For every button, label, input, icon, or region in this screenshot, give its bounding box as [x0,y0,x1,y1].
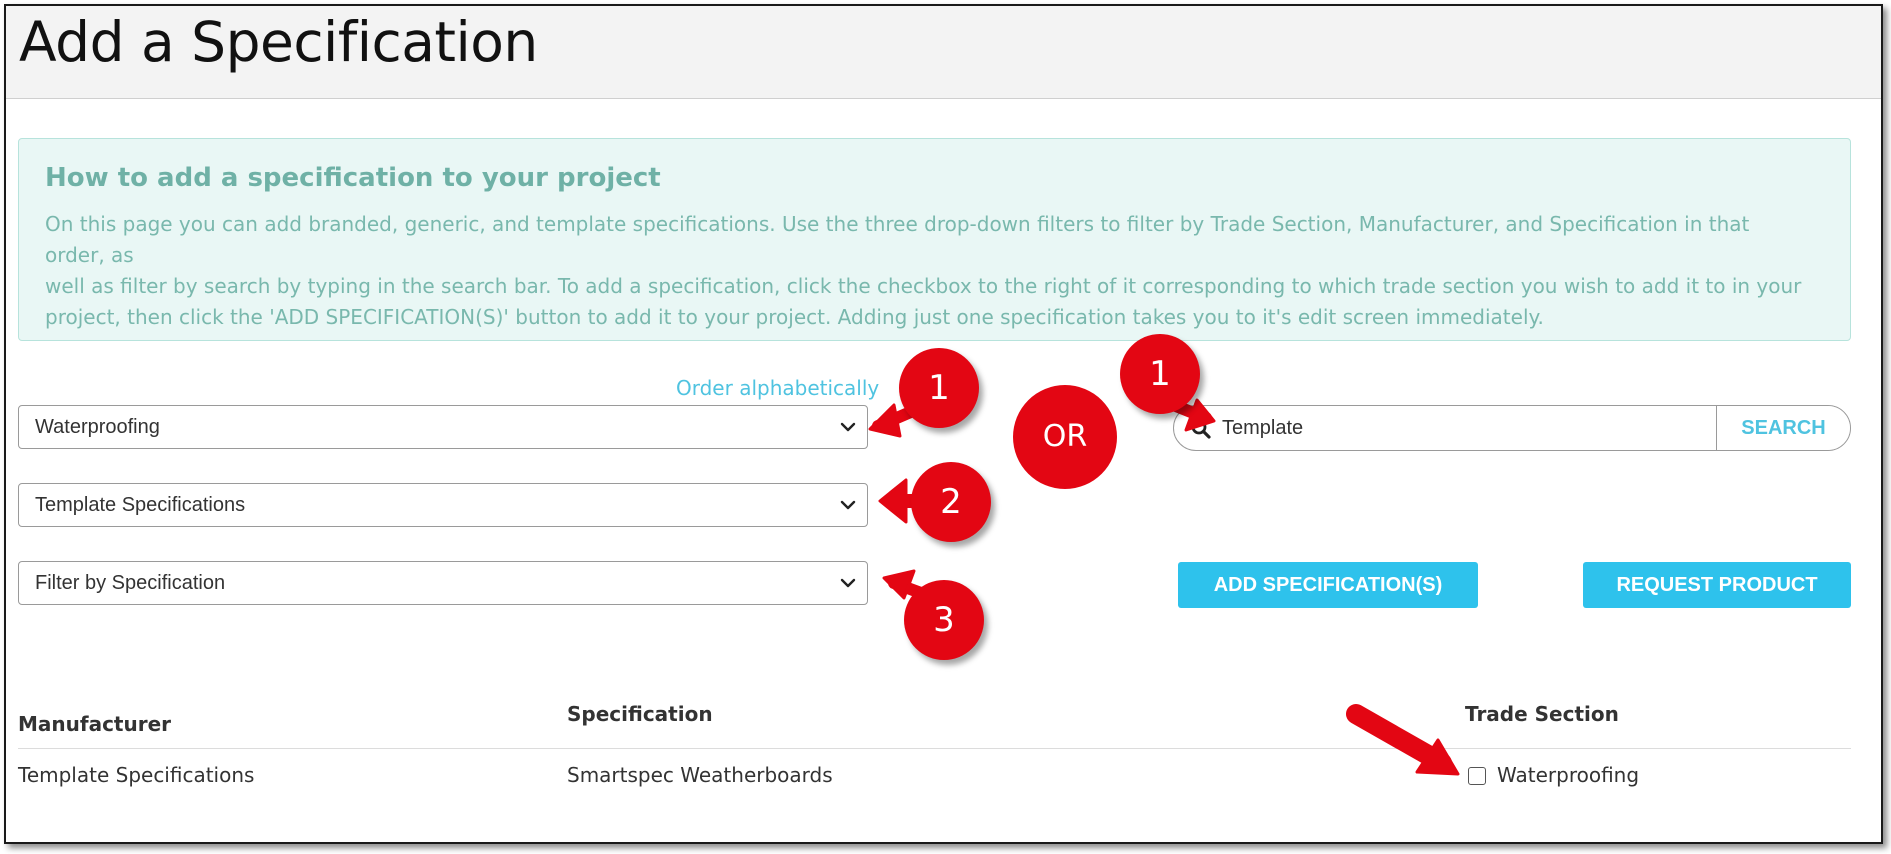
arrow-shape [878,478,908,524]
step-1-badge: 1 [899,348,979,428]
page-frame: Add a Specification How to add a specifi… [4,4,1883,844]
step-3-badge: 3 [904,580,984,660]
arrow-shape [868,403,902,438]
step-1-search-badge: 1 [1120,334,1200,414]
or-badge: OR [1013,385,1117,489]
arrow-shape [1184,398,1216,432]
step-2-badge: 2 [911,462,991,542]
